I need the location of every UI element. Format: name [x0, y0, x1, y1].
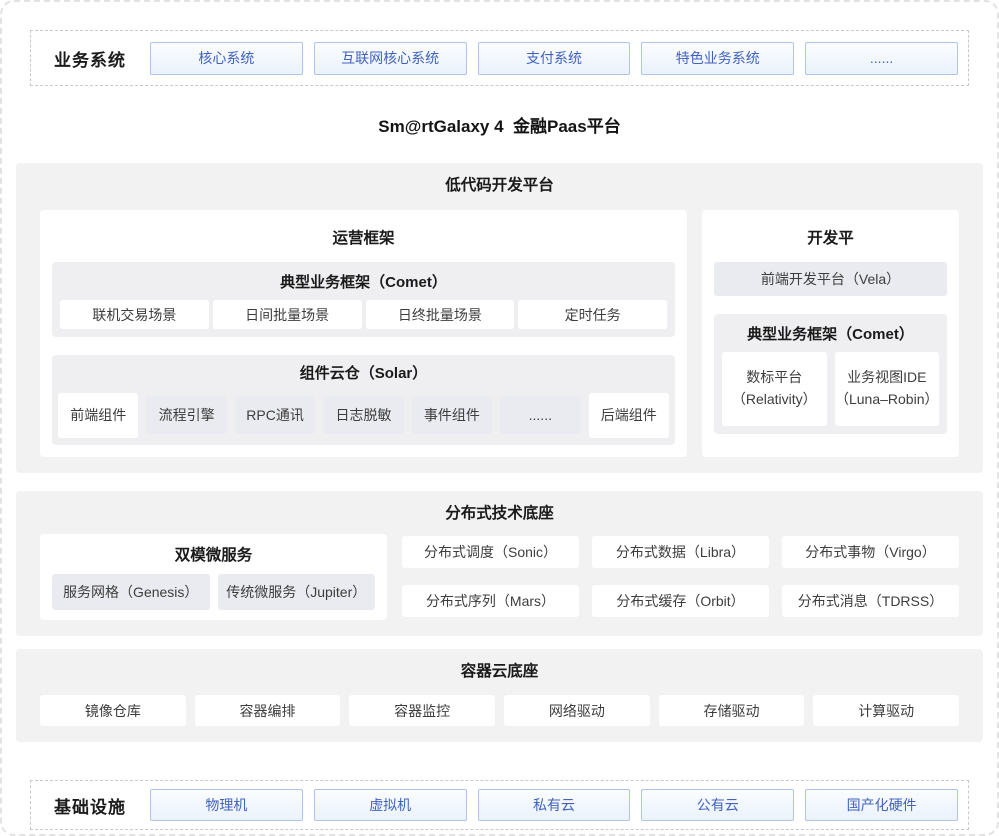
- orbit-cache: 分布式缓存（Orbit）: [592, 585, 769, 617]
- business-system-payment: 支付系统: [478, 42, 631, 75]
- dev-platform-title: 开发平: [714, 228, 947, 249]
- low-code-platform-section: 低代码开发平台 运营框架 典型业务框架（Comet） 联机交易场景 日间批量场景…: [16, 163, 983, 473]
- business-system-internet-core: 互联网核心系统: [314, 42, 467, 75]
- dual-mode-microservice-card: 双模微服务 服务网格（Genesis） 传统微服务（Jupiter）: [40, 534, 387, 620]
- solar-components-row: 前端组件 流程引擎 RPC通讯 日志脱敏 事件组件 ...... 后端组件: [58, 391, 669, 439]
- platform-architecture-diagram: 业务系统 核心系统 互联网核心系统 支付系统 特色业务系统 ...... Sm@…: [0, 0, 999, 836]
- comet-framework-title: 典型业务框架（Comet）: [60, 272, 667, 293]
- solar-title: 组件云仓（Solar）: [58, 363, 669, 384]
- container-cloud-section: 容器云底座 镜像仓库 容器编排 容器监控 网络驱动 存储驱动 计算驱动: [16, 649, 983, 742]
- tdrss-message: 分布式消息（TDRSS）: [782, 585, 959, 617]
- solar-component-subcard: 组件云仓（Solar） 前端组件 流程引擎 RPC通讯 日志脱敏 事件组件 ..…: [52, 355, 675, 445]
- sonic-scheduling: 分布式调度（Sonic）: [402, 536, 579, 568]
- scenario-daytime-batch: 日间批量场景: [213, 300, 362, 329]
- libra-data: 分布式数据（Libra）: [592, 536, 769, 568]
- distributed-services-grid: 分布式调度（Sonic） 分布式数据（Libra） 分布式事物（Virgo） 分…: [402, 534, 959, 620]
- component-more: ......: [500, 396, 580, 434]
- component-event: 事件组件: [412, 396, 492, 434]
- distributed-section-title: 分布式技术底座: [40, 503, 959, 524]
- luna-robin-sub: （Luna–Robin）: [835, 389, 939, 411]
- comet-framework-subcard: 典型业务框架（Comet） 联机交易场景 日间批量场景 日终批量场景 定时任务: [52, 262, 675, 337]
- business-system-special: 特色业务系统: [641, 42, 794, 75]
- compute-driver: 计算驱动: [813, 695, 959, 726]
- low-code-cards-row: 运营框架 典型业务框架（Comet） 联机交易场景 日间批量场景 日终批量场景 …: [40, 210, 959, 457]
- dual-mode-items-row: 服务网格（Genesis） 传统微服务（Jupiter）: [52, 574, 375, 610]
- component-process-engine: 流程引擎: [146, 396, 226, 434]
- scenario-online-transaction: 联机交易场景: [60, 300, 209, 329]
- component-log-masking: 日志脱敏: [323, 396, 403, 434]
- dev-comet-subcard: 典型业务框架（Comet） 数标平台 （Relativity） 业务视图IDE …: [714, 314, 947, 434]
- infra-private-cloud: 私有云: [478, 789, 631, 821]
- container-monitoring: 容器监控: [349, 695, 495, 726]
- image-registry: 镜像仓库: [40, 695, 186, 726]
- distributed-content-row: 双模微服务 服务网格（Genesis） 传统微服务（Jupiter） 分布式调度…: [40, 534, 959, 620]
- infra-virtual-machine: 虚拟机: [314, 789, 467, 821]
- dev-platform-card: 开发平 前端开发平台（Vela） 典型业务框架（Comet） 数标平台 （Rel…: [702, 210, 959, 457]
- container-orchestration: 容器编排: [195, 695, 341, 726]
- container-cloud-title: 容器云底座: [40, 661, 959, 682]
- scenario-scheduled-task: 定时任务: [518, 300, 667, 329]
- mars-sequence: 分布式序列（Mars）: [402, 585, 579, 617]
- luna-robin-name: 业务视图IDE: [847, 367, 926, 389]
- relativity-platform: 数标平台 （Relativity）: [722, 352, 827, 426]
- component-rpc: RPC通讯: [235, 396, 315, 434]
- operation-framework-title: 运营框架: [52, 228, 675, 249]
- dual-mode-title: 双模微服务: [52, 546, 375, 565]
- component-frontend: 前端组件: [58, 393, 138, 438]
- vela-frontend-dev-platform: 前端开发平台（Vela）: [714, 262, 947, 296]
- network-driver: 网络驱动: [504, 695, 650, 726]
- business-system-core: 核心系统: [150, 42, 303, 75]
- storage-driver: 存储驱动: [659, 695, 805, 726]
- dev-comet-title: 典型业务框架（Comet）: [722, 324, 939, 345]
- comet-scenarios-row: 联机交易场景 日间批量场景 日终批量场景 定时任务: [60, 300, 667, 329]
- infra-public-cloud: 公有云: [641, 789, 794, 821]
- component-backend: 后端组件: [589, 393, 669, 438]
- container-cloud-items-row: 镜像仓库 容器编排 容器监控 网络驱动 存储驱动 计算驱动: [40, 695, 959, 726]
- page-title: Sm@rtGalaxy 4 金融Paas平台: [2, 112, 997, 134]
- low-code-section-title: 低代码开发平台: [40, 175, 959, 196]
- infra-domestic-hardware: 国产化硬件: [805, 789, 958, 821]
- infra-physical-machine: 物理机: [150, 789, 303, 821]
- business-system-more: ......: [805, 42, 958, 75]
- business-systems-label: 业务系统: [41, 46, 139, 71]
- dev-comet-items-row: 数标平台 （Relativity） 业务视图IDE （Luna–Robin）: [722, 352, 939, 426]
- virgo-transaction: 分布式事物（Virgo）: [782, 536, 959, 568]
- distributed-base-section: 分布式技术底座 双模微服务 服务网格（Genesis） 传统微服务（Jupite…: [16, 491, 983, 636]
- infrastructure-row: 基础设施 物理机 虚拟机 私有云 公有云 国产化硬件: [30, 780, 969, 830]
- relativity-sub: （Relativity）: [732, 389, 817, 411]
- business-systems-row: 业务系统 核心系统 互联网核心系统 支付系统 特色业务系统 ......: [30, 30, 969, 86]
- relativity-name: 数标平台: [746, 367, 802, 389]
- infrastructure-label: 基础设施: [41, 793, 139, 818]
- luna-robin-ide: 业务视图IDE （Luna–Robin）: [835, 352, 940, 426]
- genesis-service-mesh: 服务网格（Genesis）: [52, 574, 210, 610]
- scenario-eod-batch: 日终批量场景: [366, 300, 515, 329]
- jupiter-microservice: 传统微服务（Jupiter）: [218, 574, 376, 610]
- operation-framework-card: 运营框架 典型业务框架（Comet） 联机交易场景 日间批量场景 日终批量场景 …: [40, 210, 687, 457]
